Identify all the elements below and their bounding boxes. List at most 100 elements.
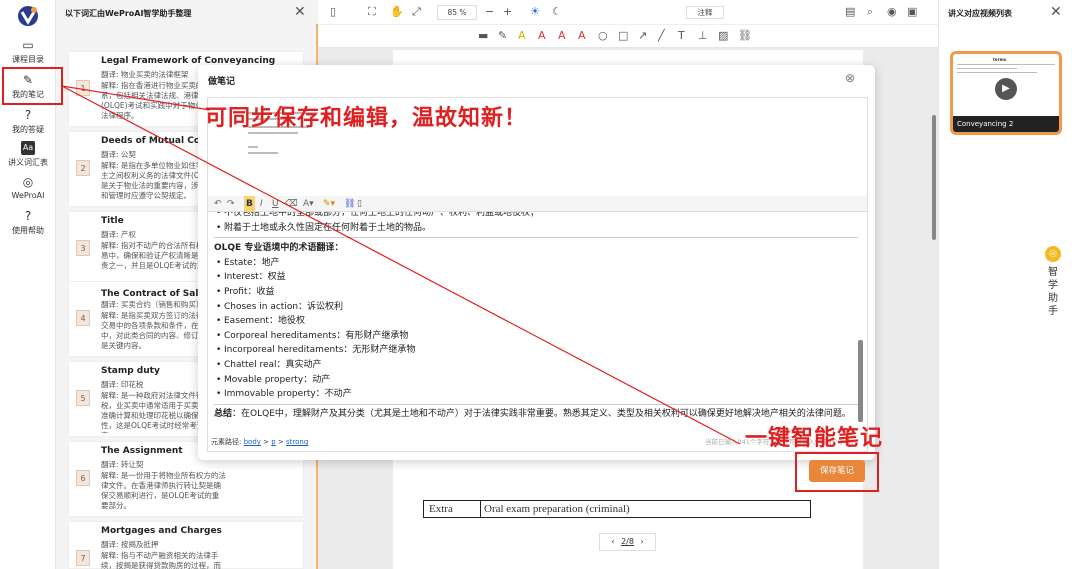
redo-icon[interactable]: ↷ <box>227 196 235 212</box>
note-term: Corporeal hereditaments：有形财产继承物 <box>214 329 858 344</box>
zoom-in-icon[interactable]: + <box>503 5 512 19</box>
note-term: Movable property：动产 <box>214 373 858 388</box>
note-term: Estate：地产 <box>214 256 858 271</box>
prev-page-icon[interactable]: ‹ <box>611 537 614 546</box>
next-page-icon[interactable]: › <box>640 537 643 546</box>
card-number: 5 <box>76 390 90 406</box>
play-icon[interactable]: ▶ <box>995 78 1017 100</box>
underline-icon[interactable]: A <box>538 29 546 43</box>
preview-line <box>248 146 258 148</box>
note-term: Choses in action：诉讼权利 <box>214 300 858 315</box>
editor-scrollbar[interactable] <box>858 340 863 422</box>
card-explanation: 解释: 指与不动产融资相关的法律手续，按揭是获得贷款购房的过程，而抵押通常指对物… <box>101 551 221 569</box>
card-number: 3 <box>76 240 90 256</box>
nav-course-catalog[interactable]: ▭ 课程目录 <box>0 38 56 65</box>
assistant-label: 智学助手 <box>1048 267 1058 317</box>
font-color-icon[interactable]: A▾ <box>303 196 314 212</box>
card-translation: 翻译: 按揭及抵押 <box>101 540 159 549</box>
annotation-bottom-text: 一键智能笔记 <box>745 425 884 451</box>
save-note-button[interactable]: 保存笔记 <box>809 460 865 482</box>
text-icon[interactable]: T <box>678 29 685 43</box>
preview-line <box>248 132 298 134</box>
link-icon[interactable]: ⛓ <box>738 29 752 43</box>
strikeout-icon[interactable]: A <box>558 29 566 43</box>
card-term: Mortgages and Charges <box>101 526 222 536</box>
card-number: 7 <box>76 550 90 566</box>
bold-button[interactable]: B <box>244 196 255 212</box>
file-icon[interactable]: ▯ <box>330 5 336 19</box>
card-translation: 翻译: 买卖合约（销售和购买） <box>101 300 204 309</box>
nav-weproai[interactable]: ◎ WeProAI <box>0 175 56 200</box>
vocabulary-panel-title: 以下词汇由WeProAI智学助手整理 <box>65 9 192 18</box>
annotate-select[interactable]: 注释 <box>686 6 724 19</box>
path-strong-link[interactable]: strong <box>286 438 308 446</box>
search-icon[interactable]: ⌕ <box>867 5 873 19</box>
page-navigator[interactable]: ‹ 2/8 › <box>599 533 656 551</box>
annotation-top-text: 可同步保存和编辑，温故知新！ <box>205 105 528 131</box>
highlight-icon[interactable]: A <box>518 29 526 43</box>
note-bullet: 不仅包括土地中的全部或部分，任何土地上的任何动产、权利、利益或地役权； <box>214 212 858 221</box>
night-mode-icon[interactable]: ☾ <box>552 5 562 19</box>
video-thumbnail[interactable]: terms ▶ Conveyancing 2 <box>950 51 1062 135</box>
image-icon[interactable]: ▯ <box>357 196 362 212</box>
eraser-icon[interactable]: ⌫ <box>285 196 298 212</box>
note-term: Easement：地役权 <box>214 314 858 329</box>
document-icon[interactable]: ▤ <box>845 5 855 19</box>
zoom-out-icon[interactable]: − <box>485 5 494 19</box>
annotation-toolbar: ▬ ✎ A A A A ○ □ ↗ ╱ T ⊥ ▨ ⛓ <box>318 25 938 48</box>
weproai-icon: ◎ <box>22 175 34 189</box>
note-term: Profit：收益 <box>214 285 858 300</box>
thumb-heading: terms <box>993 57 1007 62</box>
close-icon[interactable]: ✕ <box>294 4 306 20</box>
image-icon[interactable]: ▨ <box>718 29 728 43</box>
path-separator: > <box>275 438 287 446</box>
circle-icon[interactable]: ○ <box>598 29 608 43</box>
path-separator: > <box>260 438 272 446</box>
underline-button[interactable]: U <box>272 196 279 212</box>
text-color-icon[interactable]: A <box>578 29 586 43</box>
zoom-select[interactable]: 85 % <box>437 5 477 20</box>
save-icon[interactable]: ▣ <box>907 5 917 19</box>
card-translation: 翻译: 物业买卖的法律框架 <box>101 70 189 79</box>
thumb-line <box>957 64 1055 65</box>
vocab-card[interactable]: 7 Mortgages and Charges 翻译: 按揭及抵押 解释: 指与… <box>68 521 304 569</box>
nav-my-questions[interactable]: ? 我的答疑 <box>0 108 56 135</box>
document-scrollbar[interactable] <box>932 115 936 240</box>
fullscreen-icon[interactable]: ⤢ <box>412 5 421 19</box>
help-icon: ? <box>24 209 32 223</box>
pen-icon[interactable]: ✎ <box>498 29 507 43</box>
path-body-link[interactable]: body <box>244 438 261 446</box>
comment-icon[interactable]: ▬ <box>478 29 488 43</box>
close-icon[interactable]: ⊗ <box>845 71 855 85</box>
card-number: 1 <box>76 80 90 96</box>
summary-text: ：在OLQE中，理解财产及其分类（尤其是土地和不动产）对于法律实践非常重要。熟悉… <box>232 408 851 419</box>
card-number: 2 <box>76 160 90 176</box>
undo-icon[interactable]: ↶ <box>214 196 222 212</box>
italic-button[interactable]: I <box>260 196 263 212</box>
line-icon[interactable]: ╱ <box>658 29 665 43</box>
rectangle-icon[interactable]: □ <box>618 29 628 43</box>
bg-color-icon[interactable]: ✎▾ <box>323 196 335 212</box>
assistant-button[interactable]: ◎ 智学助手 <box>1040 240 1066 330</box>
nav-label: 课程目录 <box>12 55 44 64</box>
fit-page-icon[interactable]: ⛶ <box>368 5 376 19</box>
close-icon[interactable]: ✕ <box>1050 4 1062 20</box>
hand-icon[interactable]: ✋ <box>390 5 404 19</box>
video-title: Conveyancing 2 <box>953 116 1059 132</box>
nav-label: 我的答疑 <box>12 125 44 134</box>
eye-icon[interactable]: ◉ <box>887 5 897 19</box>
stamp-icon[interactable]: ⊥ <box>698 29 708 43</box>
nav-help[interactable]: ? 使用帮助 <box>0 209 56 236</box>
nav-vocabulary[interactable]: Aa 讲义词汇表 <box>0 141 56 168</box>
vocabulary-icon: Aa <box>21 141 35 155</box>
assistant-logo-icon: ◎ <box>1045 246 1061 262</box>
link-icon[interactable]: ⛓ <box>344 196 355 212</box>
card-translation: 翻译: 产权 <box>101 230 136 239</box>
arrow-icon[interactable]: ↗ <box>638 29 647 43</box>
summary-label: 总结 <box>214 408 233 419</box>
card-translation: 翻译: 公契 <box>101 150 136 159</box>
table-cell: Extra <box>424 501 481 517</box>
folder-icon: ▭ <box>22 38 34 52</box>
brightness-icon[interactable]: ☀ <box>530 5 540 19</box>
note-content[interactable]: 不仅包括土地中的全部或部分，任何土地上的任何动产、权利、利益或地役权； 附着于土… <box>208 212 858 434</box>
